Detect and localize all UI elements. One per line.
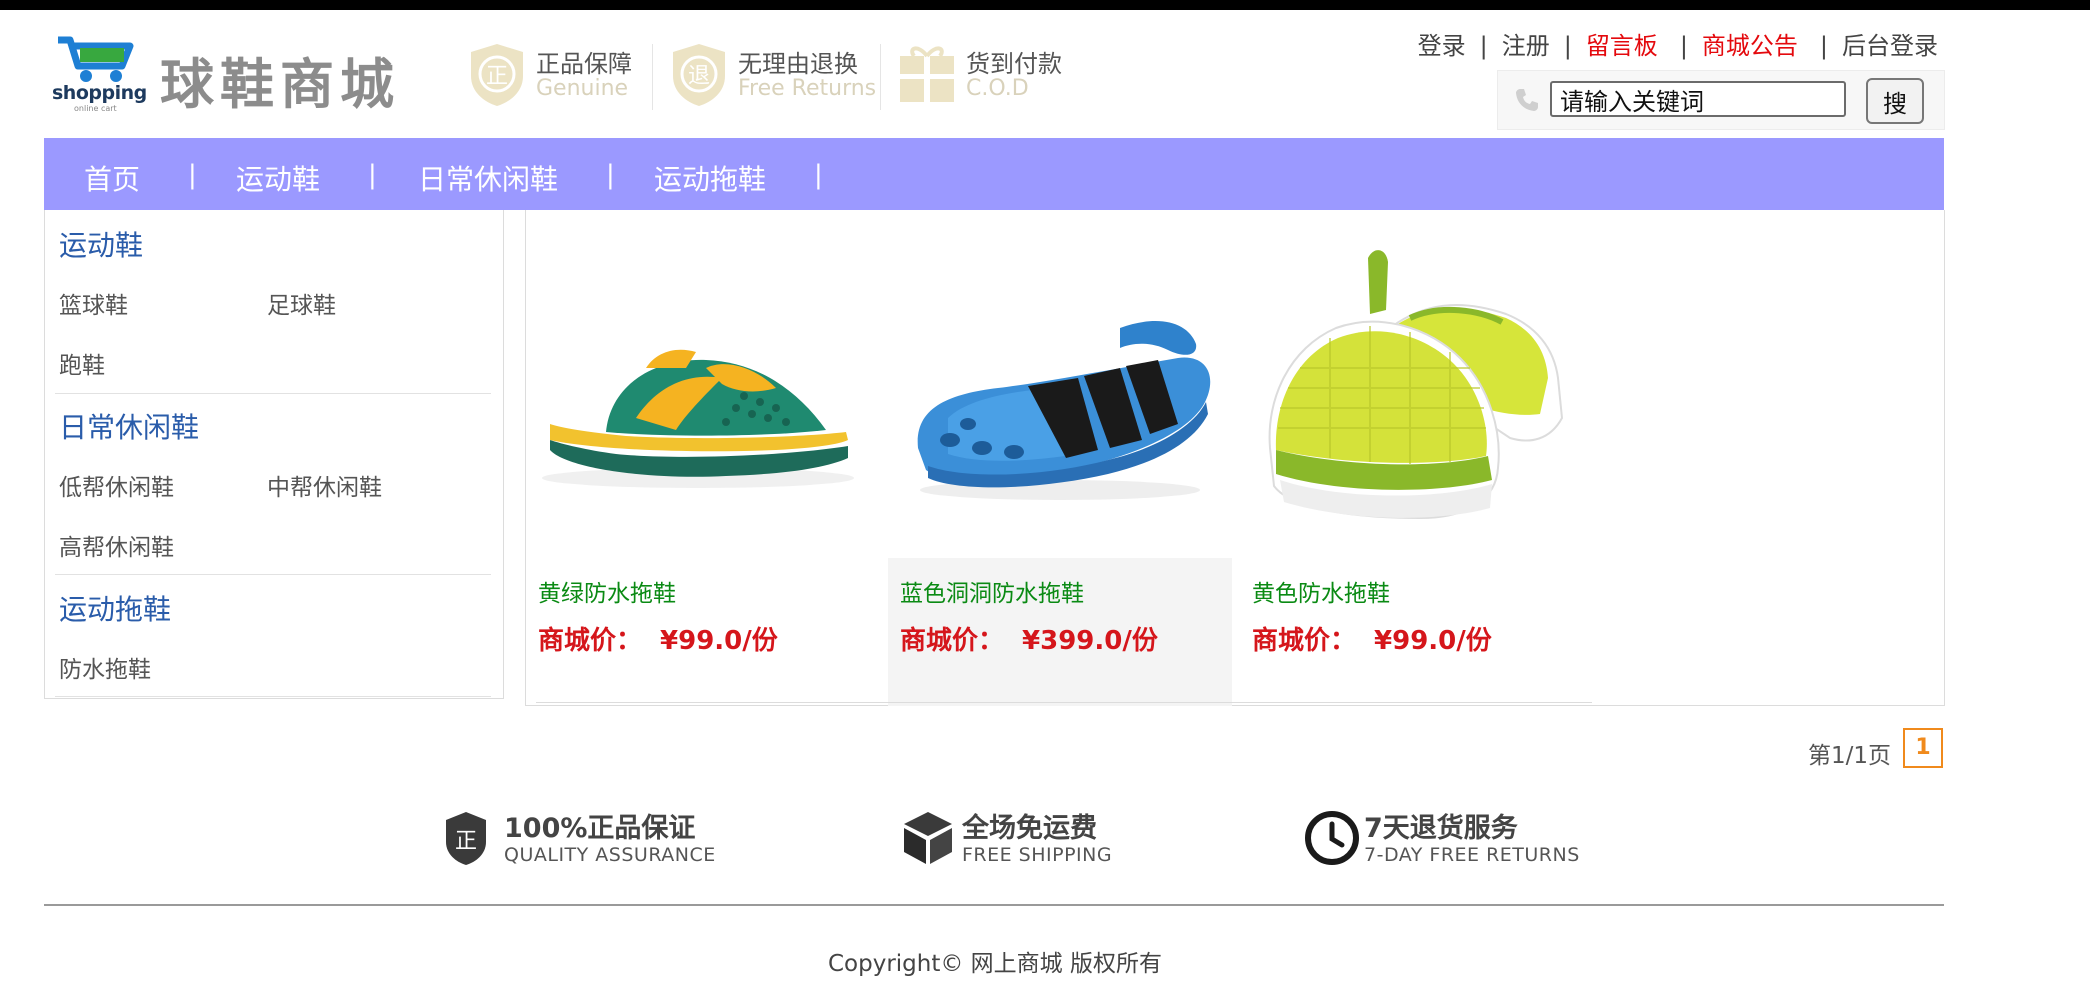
product-row-divider [536, 702, 1592, 703]
footer-divider [44, 904, 1944, 906]
service-subtitle: 7-DAY FREE RETURNS [1364, 844, 1580, 866]
price-value: ¥99.0/份 [660, 626, 778, 656]
copyright-text: Copyright© 网上商城 版权所有 [827, 951, 1162, 977]
site-logo[interactable]: shopping online cart [52, 32, 152, 114]
product-name[interactable]: 黄绿防水拖鞋 [538, 574, 676, 608]
blue-clog-image [917, 321, 1211, 500]
price-value: ¥99.0/份 [1374, 626, 1492, 656]
category-link[interactable]: 高帮休闲鞋 [59, 528, 174, 562]
link-separator: | [1819, 32, 1828, 60]
promise-title: 无理由退换 [738, 50, 858, 78]
service-title: 全场免运费 [962, 813, 1097, 844]
green-yellow-slipper-image [542, 349, 854, 488]
link-separator: | [1679, 32, 1688, 60]
price-label: 商城价： [538, 626, 643, 656]
price-label: 商城价： [900, 626, 1005, 656]
promise-subtitle: C.O.D [966, 76, 1029, 101]
promise-title: 正品保障 [536, 50, 632, 78]
category-link[interactable]: 低帮休闲鞋 [59, 468, 174, 502]
shopping-cart-icon [58, 36, 134, 82]
product-card[interactable]: 黄色防水拖鞋 商城价： ¥99.0/份 [1240, 218, 1584, 706]
promise-cod: 货到付款 C.O.D [898, 40, 1078, 110]
category-divider [55, 574, 491, 575]
main-nav: 首页 | 运动鞋 | 日常休闲鞋 | 运动拖鞋 | [44, 138, 1944, 210]
announcement-link[interactable]: 商城公告 [1702, 26, 1798, 61]
promise-free-returns: 退 无理由退换 Free Returns [670, 40, 876, 110]
service-title: 7天退货服务 [1364, 813, 1518, 844]
page-info: 第1/1页 [1807, 743, 1891, 769]
nav-item-sports-slippers[interactable]: 运动拖鞋 [654, 158, 766, 198]
shield-tui-icon: 退 [673, 44, 725, 106]
nav-separator: | [188, 160, 197, 190]
product-image[interactable] [1240, 218, 1584, 558]
search-input[interactable] [1550, 81, 1846, 117]
register-link[interactable]: 注册 [1502, 26, 1550, 61]
nav-separator: | [368, 160, 377, 190]
product-price: 商城价： ¥399.0/份 [900, 620, 1158, 657]
service-subtitle: QUALITY ASSURANCE [504, 844, 716, 866]
product-name[interactable]: 黄色防水拖鞋 [1252, 574, 1390, 608]
top-links: 登录 | 注册 | 留言板 | 商城公告 | 后台登录 [1418, 26, 1938, 61]
admin-login-link[interactable]: 后台登录 [1842, 26, 1938, 61]
product-name[interactable]: 蓝色洞洞防水拖鞋 [900, 574, 1084, 608]
svg-text:正: 正 [486, 64, 508, 89]
promise-title: 货到付款 [966, 50, 1062, 78]
top-black-bar [0, 0, 2090, 10]
logo-text: shopping [52, 82, 147, 104]
category-divider [55, 393, 491, 394]
service-title: 100%正品保证 [504, 813, 696, 844]
nav-separator: | [606, 160, 615, 190]
product-price: 商城价： ¥99.0/份 [538, 620, 778, 657]
svg-text:退: 退 [688, 64, 710, 89]
nav-separator: | [814, 160, 823, 190]
phone-icon [1516, 89, 1538, 111]
product-image[interactable] [888, 218, 1232, 558]
login-link[interactable]: 登录 [1418, 26, 1466, 61]
clock-icon [1305, 811, 1359, 865]
quality-shield-icon: 正 [446, 812, 486, 865]
product-image[interactable] [526, 218, 870, 558]
price-label: 商城价： [1252, 626, 1357, 656]
page-number-current[interactable]: 1 [1903, 728, 1943, 768]
search-button[interactable]: 搜 [1866, 78, 1924, 124]
link-separator: | [1479, 32, 1488, 60]
nav-item-casual-shoes[interactable]: 日常休闲鞋 [418, 158, 558, 198]
link-separator: | [1563, 32, 1572, 60]
category-title[interactable]: 运动鞋 [59, 224, 143, 264]
category-title[interactable]: 运动拖鞋 [59, 588, 171, 628]
category-sidebar: 运动鞋 篮球鞋 足球鞋 跑鞋 日常休闲鞋 低帮休闲鞋 中帮休闲鞋 高帮休闲鞋 运… [44, 210, 504, 699]
promise-subtitle: Free Returns [738, 76, 877, 101]
category-divider [55, 696, 491, 697]
promise-genuine: 正 正品保障 Genuine [468, 40, 648, 110]
product-card[interactable]: 黄绿防水拖鞋 商城价： ¥99.0/份 [526, 218, 870, 706]
category-title[interactable]: 日常休闲鞋 [59, 406, 199, 446]
category-link[interactable]: 防水拖鞋 [59, 650, 151, 684]
message-board-link[interactable]: 留言板 [1586, 26, 1658, 61]
product-card[interactable]: 蓝色洞洞防水拖鞋 商城价： ¥399.0/份 [888, 218, 1232, 706]
nav-item-home[interactable]: 首页 [84, 158, 140, 198]
search-bar: 搜 [1497, 70, 1945, 130]
service-subtitle: FREE SHIPPING [962, 844, 1113, 866]
package-box-icon [904, 812, 952, 864]
gift-box-icon [900, 46, 954, 102]
price-value: ¥399.0/份 [1022, 626, 1158, 656]
site-name: 球鞋商城 [160, 52, 400, 116]
product-grid: 黄绿防水拖鞋 商城价： ¥99.0/份 蓝色洞洞防水拖鞋 商城价： ¥399.0/份 [525, 210, 1945, 706]
category-link[interactable]: 篮球鞋 [59, 286, 128, 320]
nav-item-sports-shoes[interactable]: 运动鞋 [236, 158, 320, 198]
promise-subtitle: Genuine [536, 76, 629, 101]
promise-divider [652, 44, 653, 110]
yellow-mesh-slipper-image [1268, 250, 1564, 520]
promise-divider [880, 44, 881, 110]
category-link[interactable]: 跑鞋 [59, 346, 105, 380]
product-price: 商城价： ¥99.0/份 [1252, 620, 1492, 657]
svg-text:正: 正 [455, 829, 477, 854]
category-link[interactable]: 中帮休闲鞋 [267, 468, 382, 502]
logo-subtext: online cart [74, 104, 117, 113]
category-link[interactable]: 足球鞋 [267, 286, 336, 320]
shield-zheng-icon: 正 [471, 44, 523, 106]
